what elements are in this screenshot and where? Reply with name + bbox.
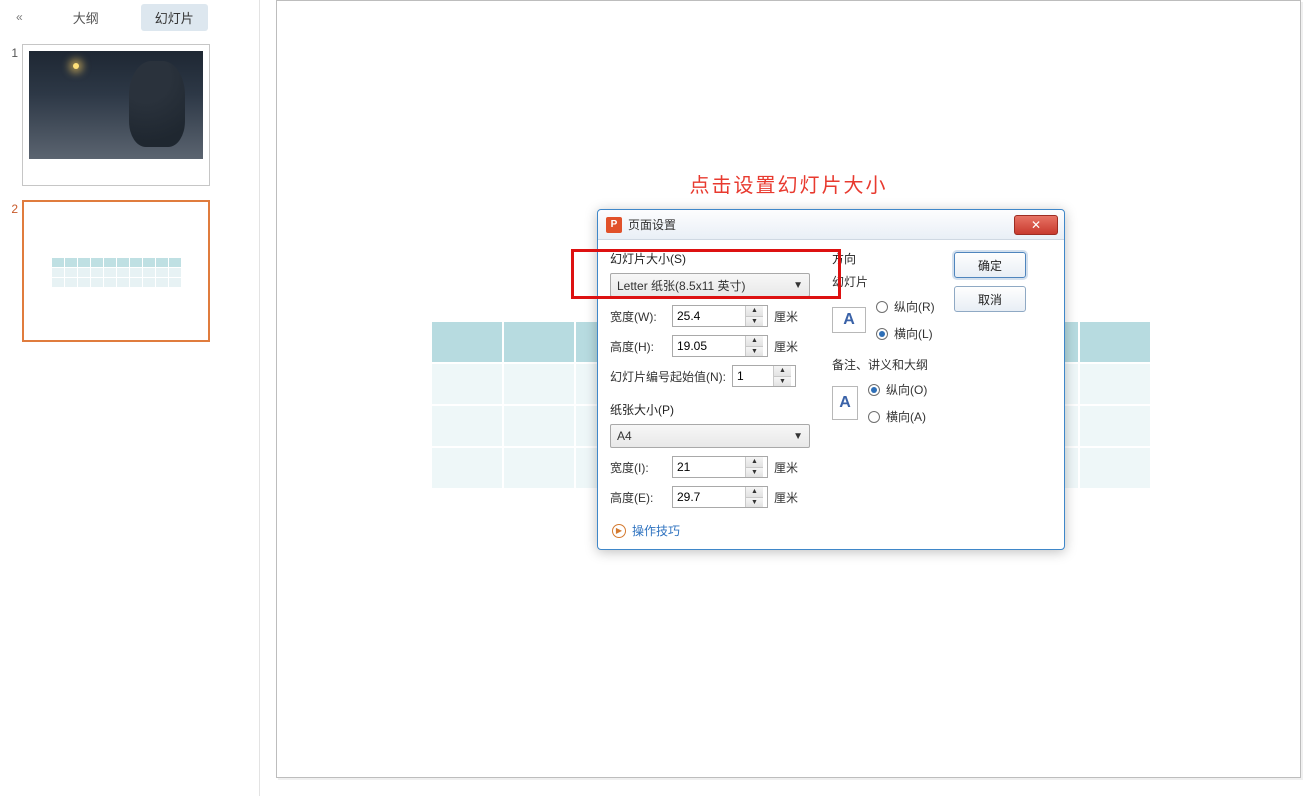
slide-canvas[interactable]: 点击设置幻灯片大小 P 页面设置 ✕ 幻灯片大小(S) [276,0,1301,778]
notes-landscape-radio[interactable]: 横向(A) [868,408,927,425]
dialog-title: 页面设置 [628,216,1014,233]
slide-1-image [29,51,203,159]
slide-2-table-preview [52,258,181,287]
app-root: « 大纲 幻灯片 1 2 [0,0,1309,796]
unit-label: 厘米 [774,489,798,506]
size-column: 幻灯片大小(S) Letter 纸张(8.5x11 英寸) ▼ 宽度(W): ▲… [610,250,820,508]
spin-down-icon[interactable]: ▼ [746,347,763,357]
spin-up-icon[interactable]: ▲ [746,306,763,317]
portrait-icon: A [832,386,858,420]
paper-width-input[interactable] [673,457,745,477]
paper-width-label: 宽度(I): [610,459,666,476]
start-number-input[interactable] [733,366,773,386]
dialog-body: 幻灯片大小(S) Letter 纸张(8.5x11 英寸) ▼ 宽度(W): ▲… [598,240,1064,516]
slide-width-spinner[interactable]: ▲▼ [672,305,768,327]
cancel-button[interactable]: 取消 [954,286,1026,312]
spin-up-icon[interactable]: ▲ [774,366,791,377]
tips-link[interactable]: 操作技巧 [632,522,680,539]
sidebar-tabs: « 大纲 幻灯片 [0,0,259,34]
slide-height-input[interactable] [673,336,745,356]
start-number-label: 幻灯片编号起始值(N): [610,368,726,385]
thumbnail-row: 1 [0,40,259,196]
slide-number: 1 [0,44,22,60]
width-label: 宽度(W): [610,308,666,325]
slide-size-group-label: 幻灯片大小(S) [610,250,820,267]
dialog-titlebar[interactable]: P 页面设置 ✕ [598,210,1064,240]
orientation-column: 方向 幻灯片 A 纵向(R) 横向(L) [832,250,942,508]
thumbnail-row: 2 [0,196,259,352]
spin-up-icon[interactable]: ▲ [746,457,763,468]
spin-down-icon[interactable]: ▼ [746,468,763,478]
app-icon: P [606,217,622,233]
tip-icon: ▶ [612,524,626,538]
tab-slides[interactable]: 幻灯片 [141,4,208,31]
spin-up-icon[interactable]: ▲ [746,336,763,347]
paper-width-spinner[interactable]: ▲▼ [672,456,768,478]
slide-width-input[interactable] [673,306,745,326]
slide-thumbnail-1[interactable] [22,44,210,186]
spin-down-icon[interactable]: ▼ [746,498,763,508]
spin-up-icon[interactable]: ▲ [746,487,763,498]
start-number-spinner[interactable]: ▲▼ [732,365,796,387]
height-label: 高度(H): [610,338,666,355]
slide-panel: « 大纲 幻灯片 1 2 [0,0,260,796]
slide-number: 2 [0,200,22,216]
orientation-group-label: 方向 [832,250,942,267]
paper-size-value: A4 [617,429,632,443]
notes-orientation-label: 备注、讲义和大纲 [832,356,942,373]
unit-label: 厘米 [774,459,798,476]
collapse-panel-icon[interactable]: « [8,10,31,24]
page-setup-dialog: P 页面设置 ✕ 幻灯片大小(S) Letter 纸张(8.5x11 英寸) ▼… [597,209,1065,550]
chevron-down-icon: ▼ [793,280,803,291]
notes-portrait-radio[interactable]: 纵向(O) [868,381,927,398]
paper-height-label: 高度(E): [610,489,666,506]
slide-thumbnail-2[interactable] [22,200,210,342]
spin-down-icon[interactable]: ▼ [746,317,763,327]
slide-orientation-label: 幻灯片 [832,273,942,290]
paper-height-spinner[interactable]: ▲▼ [672,486,768,508]
ok-button[interactable]: 确定 [954,252,1026,278]
canvas-area: 点击设置幻灯片大小 P 页面设置 ✕ 幻灯片大小(S) [260,0,1309,796]
chevron-down-icon: ▼ [793,431,803,442]
paper-size-combo[interactable]: A4 ▼ [610,424,810,448]
slide-height-spinner[interactable]: ▲▼ [672,335,768,357]
paper-height-input[interactable] [673,487,745,507]
paper-size-group-label: 纸张大小(P) [610,401,820,418]
spin-down-icon[interactable]: ▼ [774,377,791,387]
unit-label: 厘米 [774,338,798,355]
slide-portrait-radio[interactable]: 纵向(R) [876,298,935,315]
slide-size-value: Letter 纸张(8.5x11 英寸) [617,277,746,294]
slide-landscape-radio[interactable]: 横向(L) [876,325,935,342]
dialog-buttons: 确定 取消 [954,250,1034,508]
tab-outline[interactable]: 大纲 [59,4,113,31]
slide-size-combo[interactable]: Letter 纸张(8.5x11 英寸) ▼ [610,273,810,297]
landscape-icon: A [832,307,866,333]
thumbnail-list: 1 2 [0,34,259,352]
dialog-footer: ▶ 操作技巧 [598,516,1064,549]
close-button[interactable]: ✕ [1014,215,1058,235]
instruction-text: 点击设置幻灯片大小 [690,169,888,198]
unit-label: 厘米 [774,308,798,325]
